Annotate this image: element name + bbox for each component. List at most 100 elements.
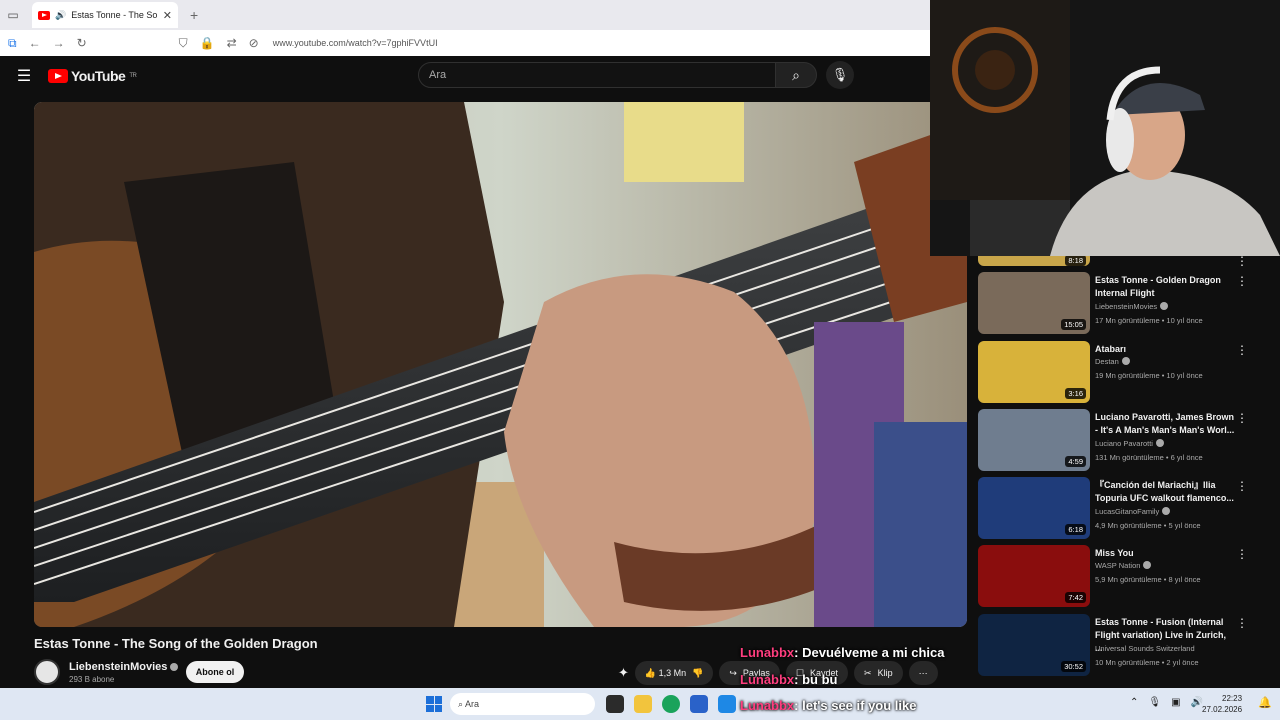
region-badge: TR xyxy=(129,73,137,79)
related-item[interactable]: 4:59 Luciano Pavarotti, James Brown - It… xyxy=(978,409,1268,471)
more-options-icon[interactable]: ⋮ xyxy=(1236,479,1248,493)
chevron-up-icon[interactable]: ⌃ xyxy=(1130,697,1138,708)
subscribe-button[interactable]: Abone ol xyxy=(186,661,244,683)
related-meta: 10 Mn görüntüleme • 2 yıl önce xyxy=(1095,658,1199,667)
search-input[interactable]: Ara xyxy=(418,62,776,88)
more-options-icon[interactable]: ⋮ xyxy=(1236,616,1248,630)
dislike-button[interactable]: 👎 xyxy=(692,668,703,679)
sparkle-icon[interactable]: ✦ xyxy=(618,665,629,681)
related-title[interactable]: Atabarı xyxy=(1095,343,1235,356)
more-options-icon[interactable]: ⋮ xyxy=(1236,254,1248,268)
mic-icon: 🎙 xyxy=(831,67,849,82)
like-button[interactable]: 👍 1,3 Mn xyxy=(645,668,686,679)
channel-name-text: LiebensteinMovies xyxy=(69,661,168,673)
related-title[interactable]: Luciano Pavarotti, James Brown - It's A … xyxy=(1095,411,1235,437)
related-channel[interactable]: Luciano Pavarotti xyxy=(1095,439,1164,448)
new-tab-button[interactable]: + xyxy=(190,7,198,23)
mail-icon[interactable] xyxy=(718,695,736,713)
more-options-icon[interactable]: ⋮ xyxy=(1236,547,1248,561)
related-item[interactable]: 3:16 Atabarı Destan 19 Mn görüntüleme • … xyxy=(978,341,1268,403)
shield-icon[interactable]: ⛉ xyxy=(179,36,188,51)
microphone-icon[interactable]: 🎙 xyxy=(1148,697,1161,708)
voice-search-button[interactable]: 🎙 xyxy=(826,61,854,89)
related-thumbnail[interactable]: 8:18 xyxy=(978,256,1090,266)
duration-badge: 30:52 xyxy=(1061,661,1086,672)
more-options-icon[interactable]: ⋮ xyxy=(1236,411,1248,425)
duration-badge: 6:18 xyxy=(1065,524,1086,535)
chat-text: : let's see if you like xyxy=(794,698,917,713)
related-title[interactable]: Estas Tonne - Golden Dragon Internal Fli… xyxy=(1095,274,1235,300)
subscriber-count: 293 B abone xyxy=(69,675,115,684)
related-item[interactable]: 6:18 『Canción del Mariachi』Ilia Topuria … xyxy=(978,477,1268,539)
task-view-icon[interactable] xyxy=(606,695,624,713)
menu-icon[interactable]: ☰ xyxy=(0,66,48,86)
related-channel[interactable]: LiebensteinMovies xyxy=(1095,302,1169,311)
lock-icon[interactable]: 🔒 xyxy=(200,36,215,50)
permissions-icon[interactable]: ⇄ xyxy=(227,36,237,50)
taskbar-clock[interactable]: 22:23 27.02.2026 xyxy=(1202,693,1242,715)
workspaces-icon[interactable]: ⧉ xyxy=(8,36,17,51)
related-thumbnail[interactable]: 6:18 xyxy=(978,477,1090,539)
search-button[interactable]: ⌕ xyxy=(775,62,817,88)
file-explorer-icon[interactable] xyxy=(634,695,652,713)
speaker-icon[interactable]: 🔊 xyxy=(55,10,66,21)
related-item[interactable]: 30:52 Estas Tonne - Fusion (Internal Fli… xyxy=(978,614,1268,676)
related-channel[interactable]: Destan xyxy=(1095,357,1130,366)
related-thumbnail[interactable]: 7:42 xyxy=(978,545,1090,607)
webcam-frame xyxy=(930,0,1280,256)
windows-taskbar: ⌕ Ara ⌃ 🎙 ▣ 🔊 22:23 27.02.2026 🔔 xyxy=(0,688,1280,720)
logo-text: YouTube xyxy=(71,68,126,84)
channel-name[interactable]: LiebensteinMovies xyxy=(69,661,179,673)
related-channel[interactable]: WASP Nation xyxy=(1095,561,1152,570)
start-button[interactable] xyxy=(426,696,442,712)
edge-icon[interactable] xyxy=(662,695,680,713)
chat-username: Lunabbx xyxy=(740,698,795,713)
related-channel-text: Destan xyxy=(1095,357,1119,366)
related-item[interactable]: 15:05 Estas Tonne - Golden Dragon Intern… xyxy=(978,272,1268,334)
browser-tab[interactable]: 🔊 Estas Tonne - The Song of t ✕ xyxy=(32,2,178,28)
more-actions-button[interactable]: ⋯ xyxy=(908,661,938,685)
related-channel-text: LiebensteinMovies xyxy=(1095,302,1158,311)
taskbar-search-input[interactable]: ⌕ Ara xyxy=(450,693,595,715)
related-thumbnail[interactable]: 3:16 xyxy=(978,341,1090,403)
forward-icon[interactable]: → xyxy=(53,36,65,50)
related-channel-text: LucasGitanoFamily xyxy=(1095,507,1160,516)
address-bar[interactable]: www.youtube.com/watch?v=7gphiFVVtUI xyxy=(273,38,438,48)
taskbar-search-placeholder: Ara xyxy=(465,699,480,709)
reload-icon[interactable]: ↻ xyxy=(77,36,87,50)
duration-badge: 7:42 xyxy=(1065,592,1086,603)
tracking-icon[interactable]: ⊘ xyxy=(249,36,259,50)
notifications-icon[interactable]: 🔔 xyxy=(1258,696,1272,709)
more-options-icon[interactable]: ⋮ xyxy=(1236,343,1248,357)
store-icon[interactable] xyxy=(690,695,708,713)
close-tab-icon[interactable]: ✕ xyxy=(163,9,172,22)
more-options-icon[interactable]: ⋮ xyxy=(1236,274,1248,288)
duration-badge: 15:05 xyxy=(1061,319,1086,330)
related-thumbnail[interactable]: 4:59 xyxy=(978,409,1090,471)
clip-button[interactable]: ✂ Klip xyxy=(854,661,903,685)
clock-time: 22:23 xyxy=(1222,694,1243,703)
related-item[interactable]: 7:42 Miss You WASP Nation 5,9 Mn görüntü… xyxy=(978,545,1268,607)
youtube-logo[interactable]: YouTube TR xyxy=(48,68,137,84)
youtube-header: ☰ YouTube TR Ara ⌕ 🎙 xyxy=(0,56,930,96)
related-thumbnail[interactable]: 15:05 xyxy=(978,272,1090,334)
chat-message: Lunabbx: Devuélveme a mi chica xyxy=(740,645,944,660)
related-channel-text: Luciano Pavarotti xyxy=(1095,439,1153,448)
chat-message: Lunabbx: bu bu xyxy=(740,672,838,687)
tab-list-icon[interactable]: ▭ xyxy=(0,8,26,22)
related-title[interactable]: Miss You xyxy=(1095,547,1235,560)
back-icon[interactable]: ← xyxy=(29,36,41,50)
nav-row: ⧉ ← → ↻ ⛉ 🔒 ⇄ ⊘ www.youtube.com/watch?v=… xyxy=(0,30,930,56)
related-item[interactable]: 8:18 ⋮ xyxy=(978,254,1268,268)
related-channel[interactable]: LucasGitanoFamily xyxy=(1095,507,1171,516)
network-icon[interactable]: ▣ xyxy=(1171,697,1180,708)
search-icon: ⌕ xyxy=(458,699,466,709)
related-title[interactable]: 『Canción del Mariachi』Ilia Topuria UFC w… xyxy=(1095,479,1235,505)
channel-avatar[interactable] xyxy=(34,659,60,685)
video-player[interactable] xyxy=(34,102,967,627)
related-thumbnail[interactable]: 30:52 xyxy=(978,614,1090,676)
webcam-overlay xyxy=(930,0,1280,256)
clip-label: Klip xyxy=(877,668,893,678)
verified-icon xyxy=(1162,507,1171,515)
related-channel[interactable]: Universal Sounds Switzerland xyxy=(1095,644,1195,653)
